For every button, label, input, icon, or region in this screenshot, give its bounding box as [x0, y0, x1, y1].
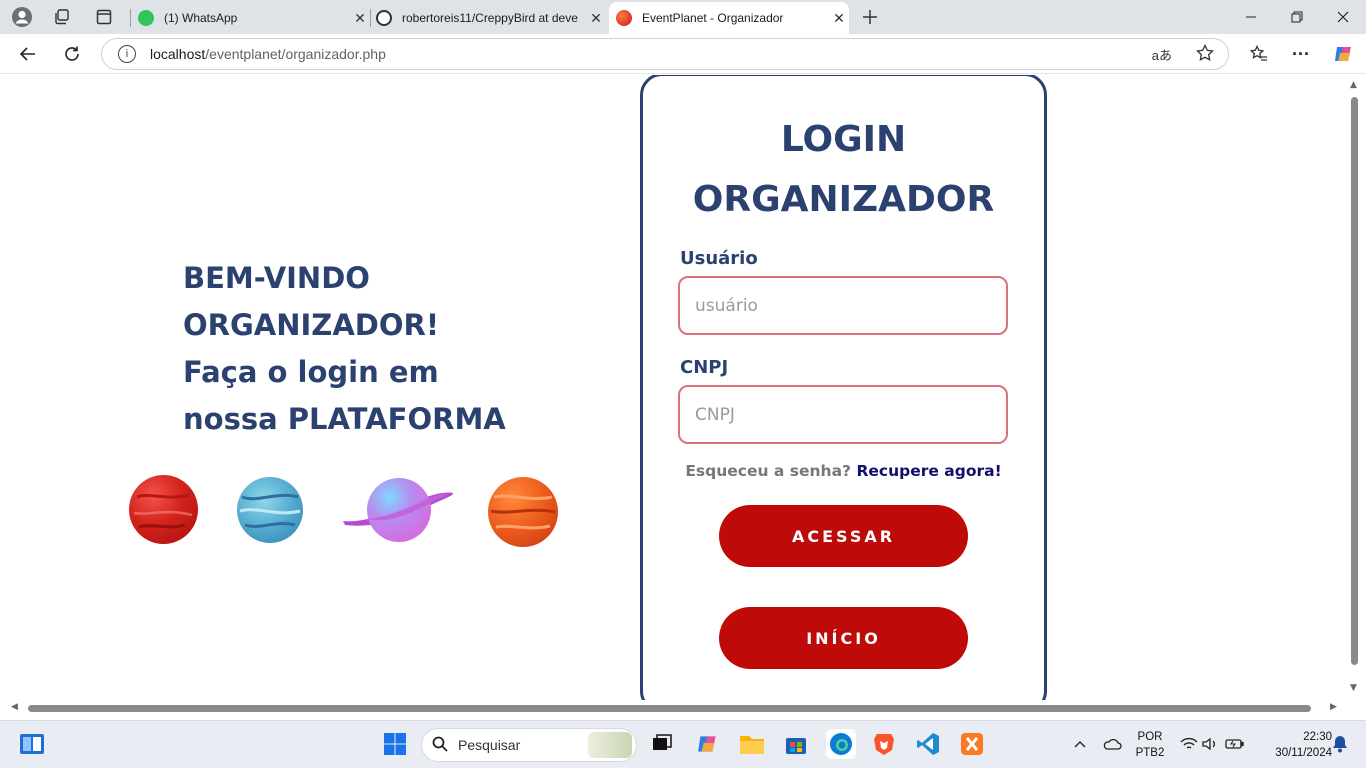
- orange-planet-icon: [488, 477, 558, 547]
- site-info-icon[interactable]: i: [118, 45, 136, 63]
- welcome-text: BEM-VINDO ORGANIZADOR! Faça o login em n…: [183, 261, 506, 436]
- chevron-up-icon[interactable]: [1066, 730, 1094, 758]
- battery-icon[interactable]: [1221, 730, 1249, 758]
- widgets-icon[interactable]: [18, 730, 46, 758]
- whatsapp-icon: [138, 10, 154, 26]
- scroll-down-arrow-icon[interactable]: ▼: [1350, 683, 1357, 693]
- close-tab-icon[interactable]: ✕: [829, 10, 849, 27]
- language-indicator[interactable]: POR PTB2: [1128, 729, 1172, 761]
- vertical-tabs-icon[interactable]: [92, 5, 116, 29]
- close-icon[interactable]: [1320, 0, 1366, 34]
- refresh-icon[interactable]: [58, 40, 86, 68]
- vertical-scrollbar[interactable]: ▲ ▼: [1347, 75, 1362, 700]
- recover-password-link[interactable]: Recupere agora!: [856, 462, 1001, 480]
- tab-eventplanet[interactable]: EventPlanet - Organizador ✕: [609, 2, 849, 34]
- microsoft-store-icon[interactable]: [782, 730, 810, 758]
- taskbar: Pesquisar POR PTB2 22:30 30/11/2024: [0, 720, 1366, 768]
- workspaces-icon[interactable]: [50, 5, 74, 29]
- plus-icon[interactable]: [858, 5, 882, 29]
- notification-bell-icon[interactable]: [1326, 730, 1354, 758]
- planet-favicon: [616, 10, 632, 26]
- github-icon: [376, 10, 392, 26]
- tab-whatsapp[interactable]: (1) WhatsApp ✕: [136, 2, 370, 34]
- browser-toolbar: i localhost/eventplanet/organizador.php …: [0, 34, 1366, 74]
- xampp-icon[interactable]: [958, 730, 986, 758]
- back-arrow-icon[interactable]: [14, 40, 42, 68]
- tab-github[interactable]: robertoreis11/CreppyBird at deve ✕: [376, 2, 606, 34]
- tab-separator: [370, 9, 371, 27]
- home-button[interactable]: INÍCIO: [719, 607, 968, 669]
- favorite-star-icon[interactable]: [1196, 43, 1214, 66]
- url-text[interactable]: localhost/eventplanet/organizador.php: [150, 46, 386, 62]
- edge-icon[interactable]: [826, 729, 856, 759]
- tab-separator: [130, 9, 131, 27]
- profile-icon[interactable]: [10, 5, 34, 29]
- minimize-icon[interactable]: [1228, 0, 1274, 34]
- copilot-icon[interactable]: [1330, 40, 1358, 68]
- access-button[interactable]: ACESSAR: [719, 505, 968, 567]
- login-card: LOGIN ORGANIZADOR Usuário CNPJ Esqueceu …: [640, 75, 1047, 700]
- red-planet-icon: [129, 475, 198, 544]
- cnpj-label: CNPJ: [680, 357, 729, 378]
- file-explorer-icon[interactable]: [738, 730, 766, 758]
- scroll-left-arrow-icon[interactable]: ◀: [11, 702, 18, 712]
- horizontal-scroll-thumb[interactable]: [28, 705, 1311, 712]
- blue-planet-icon: [237, 477, 303, 543]
- scroll-right-arrow-icon[interactable]: ▶: [1330, 702, 1337, 712]
- more-menu-icon[interactable]: ···: [1287, 40, 1315, 68]
- onedrive-icon[interactable]: [1098, 730, 1126, 758]
- user-label: Usuário: [680, 248, 758, 269]
- tab-bar: (1) WhatsApp ✕ robertoreis11/CreppyBird …: [0, 0, 1366, 34]
- login-title: LOGIN ORGANIZADOR: [692, 119, 995, 220]
- user-input[interactable]: [678, 276, 1008, 335]
- task-view-icon[interactable]: [648, 730, 676, 758]
- close-tab-icon[interactable]: ✕: [350, 10, 370, 27]
- scroll-up-arrow-icon[interactable]: ▲: [1350, 80, 1357, 90]
- horizontal-scrollbar[interactable]: ◀ ▶: [4, 700, 1347, 716]
- forgot-password: Esqueceu a senha? Recupere agora!: [685, 462, 1002, 480]
- start-icon[interactable]: [381, 730, 409, 758]
- close-tab-icon[interactable]: ✕: [586, 10, 606, 27]
- vertical-scroll-thumb[interactable]: [1351, 97, 1358, 665]
- purple-planet-icon: [341, 475, 456, 545]
- favorites-icon[interactable]: [1245, 40, 1273, 68]
- search-icon: [432, 736, 448, 755]
- search-highlight-image: [588, 732, 632, 758]
- address-bar[interactable]: i localhost/eventplanet/organizador.php …: [101, 38, 1229, 70]
- vscode-icon[interactable]: [914, 730, 942, 758]
- read-aloud-icon[interactable]: aあ: [1152, 45, 1172, 64]
- copilot-taskbar-icon[interactable]: [694, 730, 722, 758]
- cnpj-input[interactable]: [678, 385, 1008, 444]
- page-viewport: BEM-VINDO ORGANIZADOR! Faça o login em n…: [4, 75, 1346, 700]
- brave-icon[interactable]: [870, 730, 898, 758]
- taskbar-search[interactable]: Pesquisar: [421, 728, 637, 762]
- restore-icon[interactable]: [1274, 0, 1320, 34]
- clock[interactable]: 22:30 30/11/2024: [1256, 729, 1332, 761]
